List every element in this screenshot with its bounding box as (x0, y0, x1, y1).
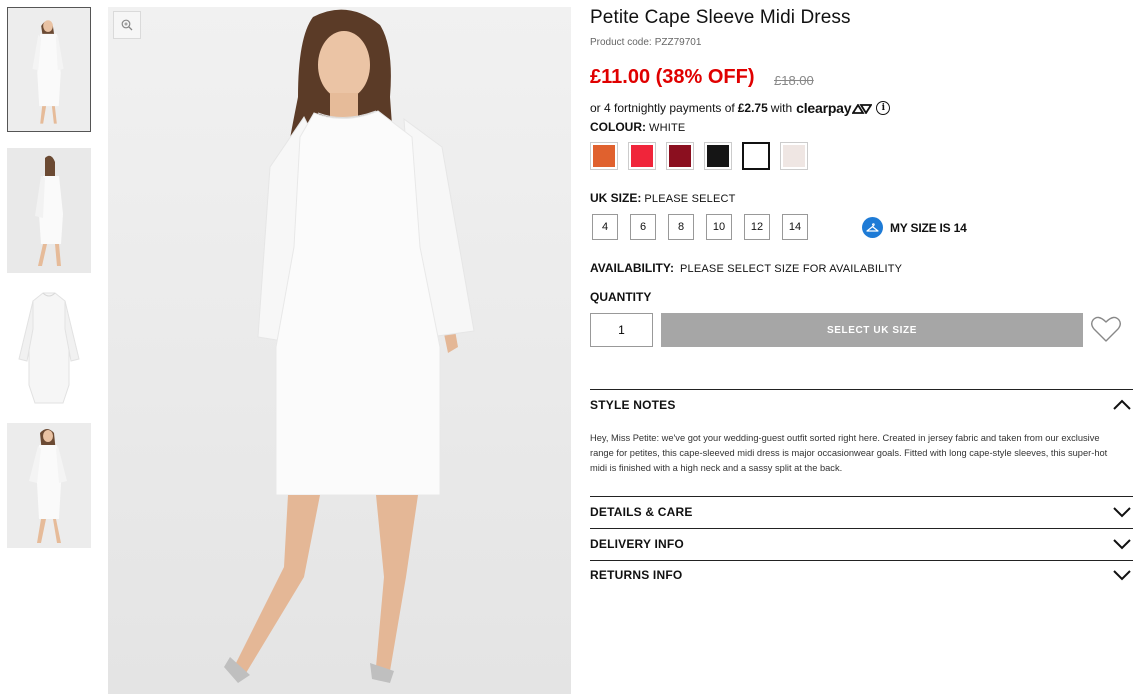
quantity-label: QUANTITY (590, 290, 652, 304)
availability-row: AVAILABILITY: PLEASE SELECT SIZE FOR AVAI… (590, 261, 902, 275)
swatch-red[interactable] (628, 142, 656, 170)
thumbnail-image (7, 423, 91, 548)
chevron-down-icon (1113, 539, 1131, 550)
clearpay-message: or 4 fortnightly payments of £2.75 with … (590, 100, 891, 116)
clearpay-logo: clearpay (796, 100, 873, 116)
zoom-icon (121, 19, 133, 31)
clearpay-prefix: or 4 fortnightly payments of (590, 101, 735, 115)
chevron-down-icon (1113, 507, 1131, 518)
colour-label: COLOUR: (590, 120, 646, 134)
hanger-icon (862, 217, 883, 238)
my-size-link[interactable]: MY SIZE IS 14 (862, 217, 967, 238)
size-option[interactable]: 10 (706, 214, 732, 240)
returns-info-title: RETURNS INFO (590, 568, 683, 582)
swatch-fill (631, 145, 653, 167)
size-option[interactable]: 8 (668, 214, 694, 240)
swatch-fill (669, 145, 691, 167)
clearpay-amount: £2.75 (737, 101, 768, 115)
model-photo (108, 7, 571, 694)
size-option[interactable]: 4 (592, 214, 618, 240)
colour-value: WHITE (649, 122, 686, 134)
thumbnail-side[interactable] (7, 148, 91, 273)
size-options: 4 6 8 10 12 14 (592, 214, 820, 240)
returns-info-header[interactable]: RETURNS INFO (590, 564, 1133, 586)
details-care-title: DETAILS & CARE (590, 505, 693, 519)
chevron-down-icon (1113, 570, 1131, 581)
details-care-header[interactable]: DETAILS & CARE (590, 501, 1133, 523)
size-option[interactable]: 12 (744, 214, 770, 240)
zoom-button[interactable] (113, 11, 141, 39)
original-price: £18.00 (774, 73, 814, 88)
info-icon[interactable]: i (876, 101, 891, 115)
divider (590, 496, 1133, 497)
swatch-orange[interactable] (590, 142, 618, 170)
style-notes-header[interactable]: STYLE NOTES (590, 394, 1133, 416)
swatch-black[interactable] (704, 142, 732, 170)
size-label-row: UK SIZE: PLEASE SELECT (590, 191, 736, 205)
swatch-fill (745, 145, 767, 167)
heart-icon[interactable] (1090, 314, 1122, 344)
swatch-white[interactable] (742, 142, 770, 170)
chevron-up-icon (1113, 399, 1131, 410)
swatch-blush[interactable] (780, 142, 808, 170)
colour-label-row: COLOUR: WHITE (590, 120, 685, 134)
swatch-fill (593, 145, 615, 167)
delivery-info-header[interactable]: DELIVERY INFO (590, 533, 1133, 555)
size-option[interactable]: 14 (782, 214, 808, 240)
quantity-label-row: QUANTITY (590, 290, 651, 304)
clearpay-suffix: with (770, 101, 793, 115)
thumbnail-front[interactable] (7, 7, 91, 132)
my-size-text: MY SIZE IS 14 (890, 220, 967, 235)
divider (590, 389, 1133, 390)
availability-value: PLEASE SELECT SIZE FOR AVAILABILITY (680, 263, 903, 275)
thumbnail-image (7, 148, 91, 273)
swatch-fill (783, 145, 805, 167)
thumbnail-image (7, 289, 91, 414)
size-value: PLEASE SELECT (644, 193, 736, 205)
size-label: UK SIZE: (590, 191, 642, 205)
product-code: Product code: PZZ79701 (590, 37, 701, 48)
product-code-label: Product code: (590, 37, 652, 48)
product-code-value: PZZ79701 (654, 37, 702, 48)
size-option[interactable]: 6 (630, 214, 656, 240)
divider (590, 528, 1133, 529)
style-notes-title: STYLE NOTES (590, 398, 676, 412)
style-notes-text: Hey, Miss Petite: we've got your wedding… (590, 433, 1108, 473)
thumbnail-image (8, 8, 90, 131)
add-to-bag-button[interactable]: SELECT UK SIZE (661, 313, 1083, 347)
swatch-burgundy[interactable] (666, 142, 694, 170)
delivery-info-title: DELIVERY INFO (590, 537, 684, 551)
sale-price: £11.00 (38% OFF) (590, 66, 755, 88)
clearpay-arrows-icon (851, 103, 873, 115)
quantity-input[interactable] (590, 313, 653, 347)
colour-swatches (590, 142, 818, 170)
divider (590, 560, 1133, 561)
main-product-image[interactable] (108, 7, 571, 694)
clearpay-logo-text: clearpay (796, 100, 852, 116)
swatch-fill (707, 145, 729, 167)
product-title: Petite Cape Sleeve Midi Dress (590, 7, 851, 28)
thumbnail-full[interactable] (7, 423, 91, 548)
availability-label: AVAILABILITY: (590, 261, 674, 275)
thumbnail-flat[interactable] (7, 289, 91, 414)
